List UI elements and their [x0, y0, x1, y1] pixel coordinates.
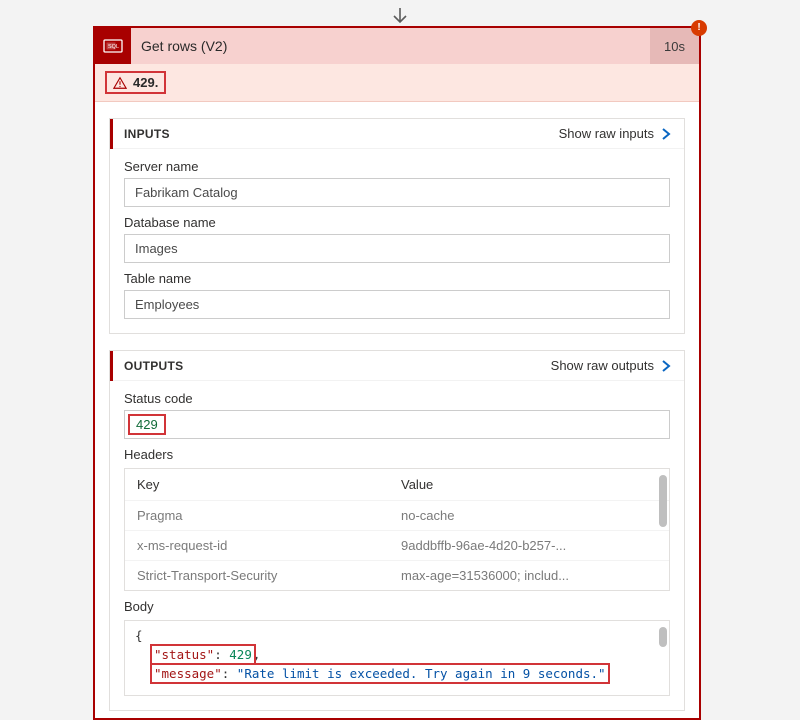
action-card: ! SQL Get rows (V2) 10s: [93, 26, 701, 720]
status-code-value: 429: [128, 414, 166, 435]
inputs-heading: INPUTS: [124, 127, 559, 141]
table-row: Pragma no-cache: [125, 500, 669, 530]
status-code-box: 429: [124, 410, 670, 439]
outputs-panel: OUTPUTS Show raw outputs Status code 429…: [109, 350, 685, 711]
error-code-chip: 429.: [105, 71, 166, 94]
table-name-label: Table name: [124, 271, 670, 286]
server-name-value: Fabrikam Catalog: [124, 178, 670, 207]
database-name-label: Database name: [124, 215, 670, 230]
chevron-right-icon: [660, 127, 672, 141]
table-name-value: Employees: [124, 290, 670, 319]
sql-connector-icon: SQL: [95, 28, 131, 64]
chevron-right-icon: [660, 359, 672, 373]
error-banner: 429.: [95, 64, 699, 102]
outputs-heading: OUTPUTS: [124, 359, 551, 373]
body-status-highlight: "status": 429: [153, 647, 253, 662]
table-row: x-ms-request-id 9addbffb-96ae-4d20-b257-…: [125, 530, 669, 560]
response-body: { "status": 429, "message": "Rate limit …: [124, 620, 670, 696]
action-header[interactable]: SQL Get rows (V2) 10s: [95, 28, 699, 64]
headers-table: Key Value Pragma no-cache x-ms-request-i…: [124, 468, 670, 591]
error-badge-icon: !: [691, 20, 707, 36]
warning-icon: [113, 76, 127, 90]
database-name-value: Images: [124, 234, 670, 263]
headers-label: Headers: [124, 447, 670, 462]
action-title: Get rows (V2): [131, 38, 650, 54]
headers-value-col: Value: [401, 477, 657, 492]
error-code-text: 429.: [133, 75, 158, 90]
scrollbar-thumb[interactable]: [659, 475, 667, 527]
scrollbar-thumb[interactable]: [659, 627, 667, 647]
svg-text:SQL: SQL: [108, 44, 119, 50]
body-label: Body: [124, 599, 670, 614]
action-duration: 10s: [650, 28, 699, 64]
body-message-highlight: "message": "Rate limit is exceeded. Try …: [153, 666, 607, 681]
inputs-panel: INPUTS Show raw inputs Server name Fabri…: [109, 118, 685, 334]
show-raw-inputs-link[interactable]: Show raw inputs: [559, 126, 672, 141]
show-raw-outputs-link[interactable]: Show raw outputs: [551, 358, 672, 373]
table-row: Strict-Transport-Security max-age=315360…: [125, 560, 669, 590]
status-code-label: Status code: [124, 391, 670, 406]
headers-key-col: Key: [137, 477, 401, 492]
server-name-label: Server name: [124, 159, 670, 174]
